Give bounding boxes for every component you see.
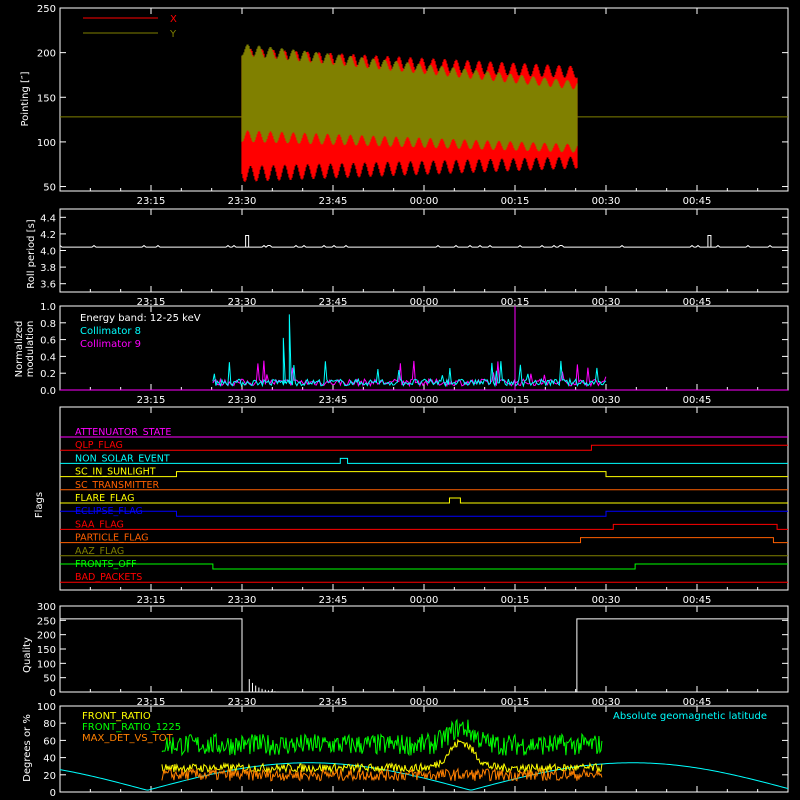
- y-tick-label: 50: [43, 674, 56, 685]
- y-tick-label: 4.4: [40, 213, 56, 224]
- pointing-ylabel: Pointing [″]: [20, 71, 31, 126]
- y-tick-label: 200: [37, 49, 56, 60]
- modulation-ylabel-1: Normalized: [14, 321, 25, 378]
- flag-label: AAZ_FLAG: [75, 546, 124, 557]
- y-tick-label: 0: [50, 688, 56, 699]
- y-tick-label: 100: [37, 659, 56, 670]
- legend-y-label: Y: [169, 29, 177, 40]
- roll-ylabel: Roll period [s]: [26, 219, 37, 288]
- y-tick-label: 250: [37, 616, 56, 627]
- y-tick-label: 100: [37, 138, 56, 149]
- y-tick-label: 250: [37, 4, 56, 15]
- y-tick-label: 1.0: [40, 302, 56, 313]
- flag-label: SAA_FLAG: [75, 519, 124, 530]
- x-tick-label: 00:30: [592, 395, 621, 406]
- y-tick-label: 300: [37, 602, 56, 613]
- geo-ylabel: Degrees or %: [22, 714, 33, 782]
- y-tick-label: 40: [43, 754, 56, 765]
- flag-label: SC_IN_SUNLIGHT: [75, 467, 156, 478]
- geo-max-det-label: MAX_DET_VS_TOT: [82, 733, 174, 744]
- x-tick-label: 00:15: [501, 196, 530, 207]
- x-tick-label: 00:45: [683, 395, 712, 406]
- geo-front-ratio-1225-label: FRONT_RATIO_1225: [82, 722, 181, 733]
- y-tick-label: 0.2: [40, 369, 56, 380]
- x-tick-label: 23:15: [137, 395, 166, 406]
- x-tick-label: 00:15: [501, 595, 530, 606]
- energy-band-label: Energy band: 12-25 keV: [80, 313, 201, 324]
- x-tick-label: 23:30: [228, 196, 257, 207]
- flag-label: ATTENUATOR_STATE: [75, 427, 171, 438]
- x-tick-label: 23:15: [137, 595, 166, 606]
- y-tick-label: 0.0: [40, 386, 56, 397]
- x-tick-label: 00:30: [592, 196, 621, 207]
- y-tick-label: 20: [43, 771, 56, 782]
- quality-ylabel: Quality: [22, 637, 33, 673]
- y-tick-label: 100: [37, 702, 56, 713]
- y-tick-label: 200: [37, 631, 56, 642]
- flag-label: FLARE_FLAG: [75, 493, 135, 504]
- legend-x-label: X: [170, 14, 177, 25]
- y-tick-label: 0.8: [40, 319, 56, 330]
- x-tick-label: 00:45: [683, 196, 712, 207]
- x-tick-label: 00:15: [501, 395, 530, 406]
- modulation-ylabel-2: modulation: [25, 321, 36, 378]
- x-tick-label: 23:45: [319, 395, 348, 406]
- flag-label: NON_SOLAR_EVENT: [75, 453, 170, 464]
- flag-label: PARTICLE_FLAG: [75, 533, 148, 544]
- x-tick-label: 00:00: [410, 395, 439, 406]
- flag-label: ECLIPSE_FLAG: [75, 506, 143, 517]
- summary-figure: 23:15 23:30 23:45 00:00 00:15 00:30 00:45 23:15…: [0, 0, 800, 800]
- x-tick-label: 23:45: [319, 595, 348, 606]
- y-tick-label: 150: [37, 93, 56, 104]
- x-tick-label: 23:30: [228, 395, 257, 406]
- y-tick-label: 0.6: [40, 336, 56, 347]
- y-tick-label: 3.8: [40, 263, 56, 274]
- y-tick-label: 3.6: [40, 280, 56, 291]
- x-tick-label: 23:45: [319, 196, 348, 207]
- x-tick-label: 00:00: [410, 196, 439, 207]
- y-tick-label: 50: [43, 183, 56, 194]
- y-tick-label: 0.4: [40, 352, 56, 363]
- y-tick-label: 4.2: [40, 230, 56, 241]
- y-tick-label: 0: [50, 788, 56, 799]
- y-tick-label: 4.0: [40, 247, 56, 258]
- collimator-8-label: Collimator 8: [80, 326, 141, 337]
- x-tick-label: 00:30: [592, 595, 621, 606]
- flags-ylabel: Flags: [34, 492, 45, 518]
- flag-label: QLP_FLAG: [75, 440, 123, 451]
- geo-front-ratio-label: FRONT_RATIO: [82, 711, 151, 722]
- x-tick-label: 23:30: [228, 595, 257, 606]
- y-tick-label: 150: [37, 645, 56, 656]
- geo-latitude-label: Absolute geomagnetic latitude: [613, 711, 767, 722]
- flag-label: SC_TRANSMITTER: [75, 480, 160, 491]
- x-tick-label: 23:15: [137, 196, 166, 207]
- y-tick-label: 80: [43, 719, 56, 730]
- x-tick-label: 00:45: [683, 595, 712, 606]
- x-tick-label: 00:00: [410, 595, 439, 606]
- flag-label: FRONTS_OFF: [75, 559, 137, 570]
- y-tick-label: 60: [43, 736, 56, 747]
- flag-label: BAD_PACKETS: [75, 572, 142, 583]
- collimator-9-label: Collimator 9: [80, 339, 141, 350]
